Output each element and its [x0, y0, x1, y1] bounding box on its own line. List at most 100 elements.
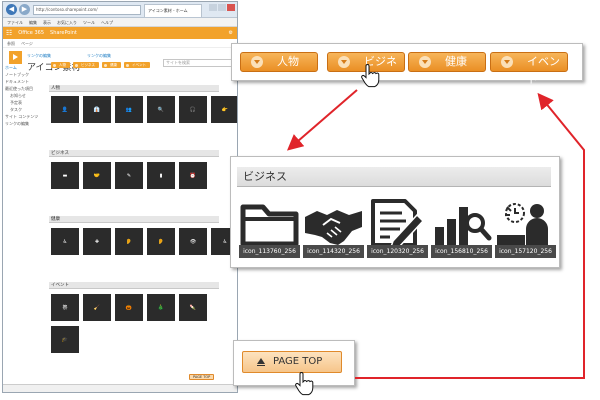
businessman-icon[interactable]: 👔 — [83, 96, 111, 123]
icon-tile-folder[interactable]: icon_113760_256 — [239, 197, 300, 258]
page-top-label: PAGE TOP — [273, 356, 323, 367]
chevron-down-icon — [338, 56, 350, 68]
quick-launch-item[interactable]: 予定表 — [5, 99, 47, 106]
mini-button-event[interactable]: イベント — [124, 62, 150, 68]
command-page[interactable]: ページ — [21, 39, 33, 47]
hand-cursor-icon — [295, 372, 314, 396]
close-icon[interactable] — [227, 4, 235, 11]
graduation-icon[interactable]: 🎓 — [51, 326, 79, 353]
eject-up-icon — [257, 358, 265, 366]
section-title: ビジネス — [237, 167, 551, 187]
quick-launch-item[interactable]: タスク — [5, 106, 47, 113]
menu-favorites[interactable]: お気に入り — [57, 18, 77, 26]
browser-window: ◀ ▶ http://contoso.sharepoint.com/ アイコン素… — [2, 1, 238, 393]
menu-file[interactable]: ファイル — [7, 18, 23, 26]
icon-row-health: ♿ ✚ 👂 👂 👁 ♿ — [51, 228, 237, 255]
settings-icon[interactable]: ⚙ — [229, 30, 233, 36]
mini-button-health[interactable]: 健康 — [102, 62, 121, 68]
quick-launch-item[interactable]: 最近使った項目 — [5, 85, 47, 92]
quick-launch-item[interactable]: お知らせ — [5, 92, 47, 99]
quick-launch-item[interactable]: リンクの編集 — [5, 120, 47, 127]
witch-icon[interactable]: 🧹 — [83, 294, 111, 321]
nav-button-event[interactable]: イベント — [490, 52, 568, 86]
hospital-icon[interactable]: ✚ — [83, 228, 111, 255]
icon-caption: icon_156810_256 — [431, 245, 492, 258]
icon-tile-document[interactable]: icon_120320_256 — [367, 197, 428, 258]
menu-tools[interactable]: ツール — [83, 18, 95, 26]
icon-caption: icon_120320_256 — [367, 245, 428, 258]
person-icon[interactable]: 👤 — [51, 96, 79, 123]
site-logo-icon[interactable] — [9, 51, 22, 64]
icon-row-event-2: 🎓 — [51, 326, 79, 353]
icon-tile-handshake[interactable]: icon_114320_256 — [303, 197, 364, 258]
chart-magnifier-icon[interactable]: ▮ — [147, 162, 175, 189]
command-bar: 参照 ページ — [3, 39, 237, 48]
menu-edit[interactable]: 編集 — [29, 18, 37, 26]
festival-icon[interactable]: 祭 — [51, 294, 79, 321]
button-bar-callout: 人物 ビジネス 健康 イベント — [231, 43, 583, 86]
category-button-bar: 人物 ビジネス 健康 イベント — [51, 62, 150, 68]
suite-bar-sharepoint[interactable]: SharePoint — [50, 30, 77, 36]
icon-row-people: 👤 👔 👥 🔍 🎧 👉 — [51, 96, 237, 123]
section-header-health: 健康 — [49, 216, 219, 223]
browser-tab[interactable]: アイコン素材 - ホーム — [144, 4, 202, 17]
menu-help[interactable]: ヘルプ — [101, 18, 113, 26]
icon-caption: icon_114320_256 — [303, 245, 364, 258]
browser-menubar: ファイル 編集 表示 お気に入り ツール ヘルプ — [3, 18, 237, 27]
presenter-icon[interactable]: 👉 — [211, 96, 237, 123]
quick-launch-item[interactable]: ホーム — [5, 64, 47, 71]
edit-links-link[interactable]: リンクの編集 — [27, 53, 51, 59]
icon-row-event: 祭 🧹 🎃 🎄 🍡 — [51, 294, 207, 321]
quick-launch-item[interactable]: ノートブック — [5, 71, 47, 78]
folder-icon[interactable]: ▬ — [51, 162, 79, 189]
icon-tile-chart[interactable]: icon_156810_256 — [431, 197, 492, 258]
icon-caption: icon_113760_256 — [239, 245, 300, 258]
icon-caption: icon_157120_256 — [495, 245, 556, 258]
hand-cursor-icon — [361, 64, 380, 88]
page-content: 人物 ビジネス 健康 イベント 人物 👤 👔 👥 🔍 🎧 👉 ビジネス ▬ 🤝 … — [49, 60, 237, 390]
status-bar — [3, 384, 237, 392]
chevron-down-icon — [419, 56, 431, 68]
nav-button-label: イベント — [527, 55, 560, 86]
person-search-icon[interactable]: 🔍 — [147, 96, 175, 123]
nav-button-label: 健康 — [445, 55, 467, 68]
command-browse[interactable]: 参照 — [7, 39, 15, 47]
pumpkin-icon[interactable]: 🎃 — [115, 294, 143, 321]
icon-tile-person-clock[interactable]: icon_157120_256 — [495, 197, 556, 258]
nav-button-people[interactable]: 人物 — [240, 52, 318, 72]
christmas-tree-icon[interactable]: 🎄 — [147, 294, 175, 321]
eye-icon[interactable]: 👁 — [179, 228, 207, 255]
ear-icon[interactable]: 👂 — [147, 228, 175, 255]
section-header-event: イベント — [49, 282, 219, 289]
nav-button-health[interactable]: 健康 — [408, 52, 486, 72]
page-top-button[interactable]: PAGE TOP — [242, 351, 342, 373]
handshake-icon[interactable]: 🤝 — [83, 162, 111, 189]
minimize-icon[interactable] — [209, 4, 217, 11]
operator-icon[interactable]: 🎧 — [179, 96, 207, 123]
document-pen-icon[interactable]: ✎ — [115, 162, 143, 189]
mini-button-people[interactable]: 人物 — [51, 62, 70, 68]
mini-button-business[interactable]: ビジネス — [73, 62, 99, 68]
nav-button-label: 人物 — [277, 55, 299, 68]
people-group-icon[interactable]: 👥 — [115, 96, 143, 123]
icon-row-business: ▬ 🤝 ✎ ▮ ⏰ — [51, 162, 207, 189]
screenshot-stage: ◀ ▶ http://contoso.sharepoint.com/ アイコン素… — [0, 0, 600, 400]
hearing-icon[interactable]: 👂 — [115, 228, 143, 255]
chevron-down-icon — [501, 56, 513, 68]
menu-view[interactable]: 表示 — [43, 18, 51, 26]
mini-page-top-button[interactable]: PAGE TOP — [189, 374, 215, 380]
maximize-icon[interactable] — [218, 4, 226, 11]
suite-bar-office[interactable]: Office 365 — [18, 30, 44, 36]
app-launcher-icon[interactable]: ☷ — [6, 29, 12, 37]
person-clock-icon[interactable]: ⏰ — [179, 162, 207, 189]
browser-titlebar: ◀ ▶ http://contoso.sharepoint.com/ アイコン素… — [3, 2, 237, 18]
back-icon[interactable]: ◀ — [6, 4, 17, 15]
dango-icon[interactable]: 🍡 — [179, 294, 207, 321]
address-bar[interactable]: http://contoso.sharepoint.com/ — [33, 5, 141, 15]
edit-top-links-link[interactable]: リンクの編集 — [87, 53, 111, 59]
forward-icon[interactable]: ▶ — [19, 4, 30, 15]
quick-launch-item[interactable]: サイト コンテンツ — [5, 113, 47, 120]
quick-launch-item[interactable]: ドキュメント — [5, 78, 47, 85]
wheelchair-icon[interactable]: ♿ — [51, 228, 79, 255]
business-section-callout: ビジネス icon_113760_256 icon_114320_256 ico — [230, 156, 560, 268]
